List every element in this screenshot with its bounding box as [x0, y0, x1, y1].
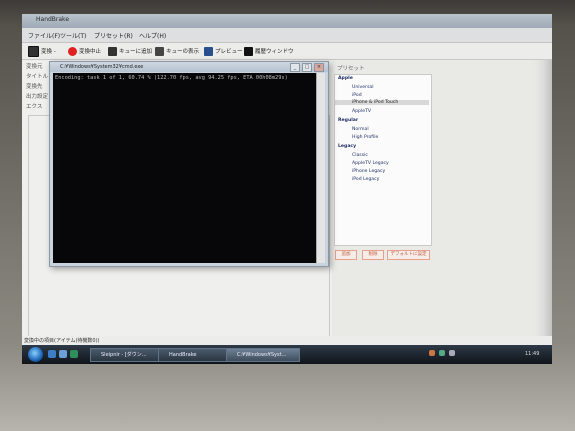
label-output: 出力設定 [26, 94, 49, 100]
add-queue-button[interactable]: キューに追加 [108, 46, 152, 56]
console-output-text: Encoding: task 1 of 1, 60.74 % (122.70 f… [55, 75, 288, 81]
maximize-icon[interactable]: □ [302, 63, 312, 72]
presets-label: プリセット [337, 66, 365, 72]
window-title: HandBrake [36, 16, 70, 23]
preset-item[interactable]: Normal [352, 127, 369, 132]
status-text: 変換中の項目(アイテム(待機数0)) [24, 338, 100, 344]
start-button[interactable] [28, 347, 43, 362]
menu-help[interactable]: ヘルプ(H) [139, 31, 166, 40]
console-output-area[interactable]: Encoding: task 1 of 1, 60.74 % (122.70 f… [53, 73, 316, 263]
tray-volume-icon[interactable] [449, 350, 455, 356]
browser-icon[interactable] [70, 350, 78, 358]
preset-item[interactable]: AppleTV [352, 109, 371, 114]
status-bar: 変換中の項目(アイテム(待機数0)) [22, 336, 552, 345]
queue-add-icon [108, 46, 117, 56]
clock[interactable]: 11:49 [525, 351, 539, 357]
preset-category-regular[interactable]: Regular [338, 118, 358, 123]
preview-button[interactable]: プレビュー [204, 46, 243, 56]
menu-file[interactable]: ファイル(F) [28, 31, 60, 40]
activity-window-button[interactable]: 履歴ウィンドウ [244, 46, 294, 56]
label-source: 変換元 [26, 64, 43, 70]
preset-item[interactable]: iPod Legacy [352, 177, 379, 182]
tray-network-icon[interactable] [439, 350, 445, 356]
tray-app-icon[interactable] [429, 350, 435, 356]
label-title: タイトル [26, 74, 49, 80]
menu-presets[interactable]: プリセット(R) [94, 31, 133, 40]
menu-tools[interactable]: ツール(T) [60, 31, 86, 40]
preset-remove-button[interactable]: 削除 [362, 250, 384, 260]
system-tray: 11:49 [427, 348, 552, 361]
taskbar-item-cmd[interactable]: C:¥Windows¥Syst... [226, 348, 300, 362]
preset-item[interactable]: iPhone Legacy [352, 169, 385, 174]
preset-item-selected[interactable]: iPhone & iPod Touch [335, 100, 429, 105]
console-scrollbar[interactable] [316, 73, 325, 263]
terminal-icon [244, 46, 253, 56]
preset-item[interactable]: Universal [352, 85, 373, 90]
toolbar: 変換 - 変換中止 キューに追加 キューの表示 プレビュー 履歴ウィンドウ [22, 43, 552, 60]
preset-item[interactable]: AppleTV Legacy [352, 161, 389, 166]
show-desktop-icon[interactable] [48, 350, 56, 358]
preset-item[interactable]: Classic [352, 153, 368, 158]
close-icon[interactable]: × [314, 63, 324, 72]
window-titlebar[interactable]: HandBrake [22, 14, 552, 28]
stop-icon [68, 46, 77, 56]
preset-item[interactable]: High Profile [352, 135, 378, 140]
label-export: エクス [26, 104, 43, 110]
preset-category-legacy[interactable]: Legacy [338, 144, 356, 149]
preset-set-default-button[interactable]: デフォルトに設定 [387, 250, 430, 260]
minimize-icon[interactable]: _ [290, 63, 300, 72]
screen: HandBrake ファイル(F) ツール(T) プリセット(R) ヘルプ(H)… [22, 14, 552, 364]
console-window[interactable]: C:¥Windows¥System32¥cmd.exe _ □ × Encodi… [49, 61, 329, 267]
console-titlebar[interactable]: C:¥Windows¥System32¥cmd.exe _ □ × [50, 62, 328, 72]
switch-windows-icon[interactable] [59, 350, 67, 358]
convert-button[interactable]: 変換 - [28, 45, 56, 57]
preset-add-button[interactable]: 追加 [335, 250, 357, 260]
taskbar: Sleipnir - [ダウン... HandBrake C:¥Windows¥… [22, 345, 552, 364]
preset-category-apple[interactable]: Apple [338, 76, 353, 81]
show-queue-button[interactable]: キューの表示 [155, 46, 199, 56]
queue-icon [155, 46, 164, 56]
taskbar-item-handbrake[interactable]: HandBrake [158, 348, 232, 362]
taskbar-item-sleipnir[interactable]: Sleipnir - [ダウン... [90, 348, 164, 362]
menu-bar: ファイル(F) ツール(T) プリセット(R) ヘルプ(H) [22, 28, 552, 43]
preview-icon [204, 46, 213, 56]
clapper-icon [28, 45, 39, 57]
stop-button[interactable]: 変換中止 [68, 46, 101, 56]
preset-item[interactable]: iPod [352, 93, 362, 98]
label-destination: 変換先 [26, 84, 43, 90]
console-title: C:¥Windows¥System32¥cmd.exe [60, 64, 144, 70]
